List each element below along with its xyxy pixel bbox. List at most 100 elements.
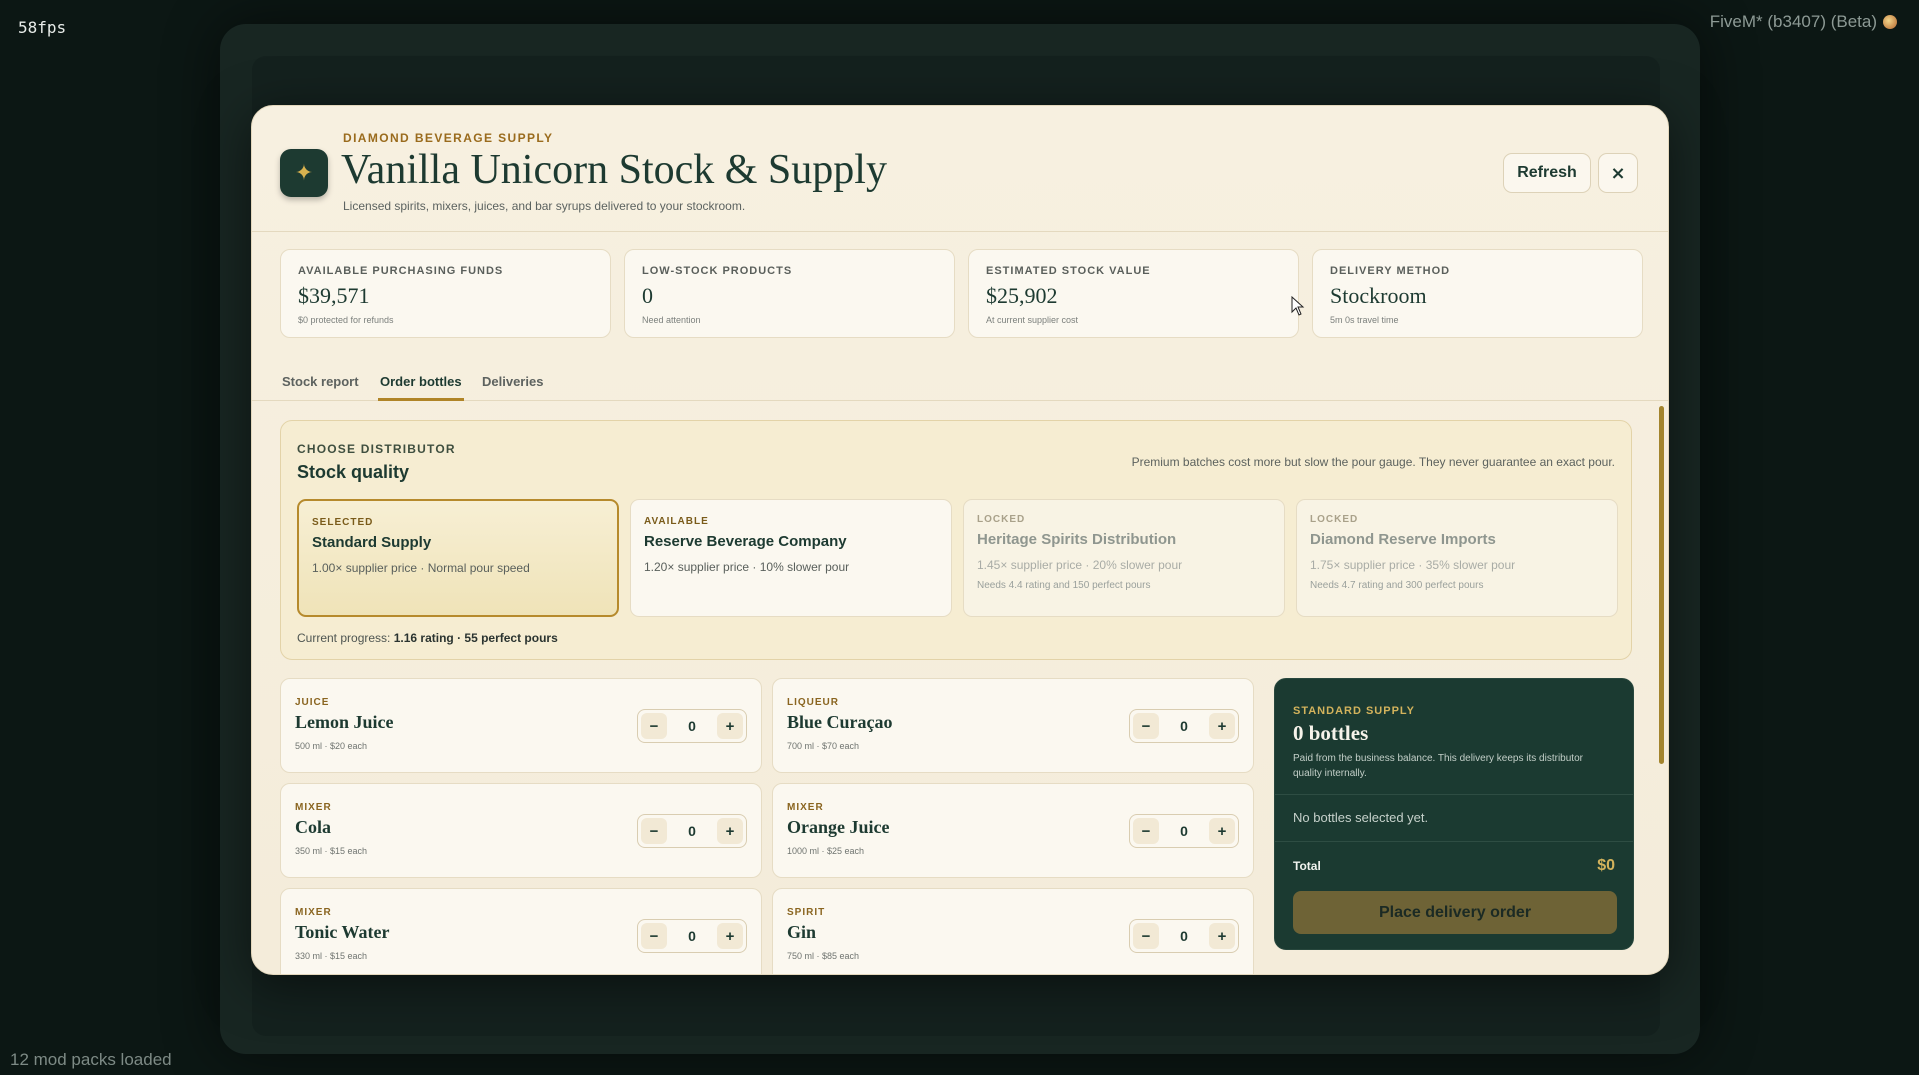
product-category: MIXER bbox=[787, 802, 824, 813]
summary-eyebrow: STANDARD SUPPLY bbox=[1293, 705, 1415, 717]
close-icon[interactable]: × bbox=[1598, 153, 1638, 193]
quantity-value[interactable]: 0 bbox=[688, 928, 696, 944]
quantity-value[interactable]: 0 bbox=[1180, 823, 1188, 839]
quantity-stepper: − 0 + bbox=[1129, 919, 1239, 953]
tier-name: Diamond Reserve Imports bbox=[1310, 531, 1496, 548]
tier-status: LOCKED bbox=[1310, 514, 1359, 525]
quantity-stepper: − 0 + bbox=[637, 709, 747, 743]
stat-label: DELIVERY METHOD bbox=[1330, 265, 1451, 277]
increment-button[interactable]: + bbox=[1208, 818, 1235, 844]
progress-label: Current progress: bbox=[297, 631, 391, 645]
quantity-stepper: − 0 + bbox=[1129, 709, 1239, 743]
tier-desc: 1.20× supplier price · 10% slower pour bbox=[644, 560, 850, 574]
tier-heritage-spirits: LOCKED Heritage Spirits Distribution 1.4… bbox=[963, 499, 1285, 617]
decrement-button[interactable]: − bbox=[641, 923, 667, 949]
tier-diamond-reserve: LOCKED Diamond Reserve Imports 1.75× sup… bbox=[1296, 499, 1618, 617]
stat-card-low-stock: LOW-STOCK PRODUCTS 0 Need attention bbox=[624, 249, 955, 338]
increment-button[interactable]: + bbox=[716, 818, 743, 844]
tier-desc: 1.45× supplier price · 20% slower pour bbox=[977, 558, 1183, 572]
order-summary: STANDARD SUPPLY 0 bottles Paid from the … bbox=[1274, 678, 1634, 950]
quantity-value[interactable]: 0 bbox=[1180, 718, 1188, 734]
distributor-progress: Current progress: 1.16 rating · 55 perfe… bbox=[297, 631, 558, 645]
client-version: FiveM* (b3407) (Beta) bbox=[1709, 12, 1877, 31]
product-category: SPIRIT bbox=[787, 907, 826, 918]
page-subtitle: Licensed spirits, mixers, juices, and ba… bbox=[343, 199, 746, 213]
tier-desc: 1.00× supplier price · Normal pour speed bbox=[312, 561, 530, 575]
client-badge: FiveM* (b3407) (Beta) bbox=[1710, 12, 1897, 32]
product-card: MIXER Tonic Water 330 ml · $15 each − 0 … bbox=[280, 888, 762, 974]
increment-button[interactable]: + bbox=[716, 713, 743, 739]
quantity-stepper: − 0 + bbox=[637, 919, 747, 953]
divider bbox=[1275, 794, 1633, 795]
scrollbar[interactable] bbox=[1659, 406, 1664, 764]
tier-status: LOCKED bbox=[977, 514, 1026, 525]
stat-card-funds: AVAILABLE PURCHASING FUNDS $39,571 $0 pr… bbox=[280, 249, 611, 338]
mod-packs-status: 12 mod packs loaded bbox=[10, 1050, 172, 1069]
product-category: LIQUEUR bbox=[787, 697, 839, 708]
stat-note: 5m 0s travel time bbox=[1330, 315, 1399, 325]
tier-reserve-beverage[interactable]: AVAILABLE Reserve Beverage Company 1.20×… bbox=[630, 499, 952, 617]
stat-label: ESTIMATED STOCK VALUE bbox=[986, 265, 1151, 277]
total-value: $0 bbox=[1597, 857, 1615, 874]
product-card: SPIRIT Gin 750 ml · $85 each − 0 + bbox=[772, 888, 1254, 974]
tier-requirement: Needs 4.7 rating and 300 perfect pours bbox=[1310, 580, 1484, 591]
header-eyebrow: DIAMOND BEVERAGE SUPPLY bbox=[343, 131, 554, 145]
tab-order-bottles[interactable]: Order bottles bbox=[378, 354, 464, 401]
stat-card-stock-value: ESTIMATED STOCK VALUE $25,902 At current… bbox=[968, 249, 1299, 338]
order-bottles-panel: CHOOSE DISTRIBUTOR Stock quality Premium… bbox=[252, 402, 1668, 974]
tier-desc: 1.75× supplier price · 35% slower pour bbox=[1310, 558, 1516, 572]
stat-card-delivery-method: DELIVERY METHOD Stockroom 5m 0s travel t… bbox=[1312, 249, 1643, 338]
tab-deliveries[interactable]: Deliveries bbox=[482, 354, 543, 401]
tier-name: Heritage Spirits Distribution bbox=[977, 531, 1177, 548]
increment-button[interactable]: + bbox=[1208, 713, 1235, 739]
sparkle-icon: ✦ bbox=[280, 149, 328, 197]
decrement-button[interactable]: − bbox=[1133, 923, 1159, 949]
increment-button[interactable]: + bbox=[716, 923, 743, 949]
progress-value: 1.16 rating · 55 perfect pours bbox=[393, 631, 558, 645]
page-title: Vanilla Unicorn Stock & Supply bbox=[341, 147, 887, 193]
product-category: MIXER bbox=[295, 802, 332, 813]
product-card: JUICE Lemon Juice 500 ml · $20 each − 0 … bbox=[280, 678, 762, 773]
decrement-button[interactable]: − bbox=[641, 713, 667, 739]
tier-status: AVAILABLE bbox=[644, 516, 709, 527]
tier-name: Standard Supply bbox=[312, 534, 432, 551]
tab-bar: Stock report Order bottles Deliveries bbox=[252, 354, 1668, 401]
stat-note: $0 protected for refunds bbox=[298, 315, 394, 325]
quantity-value[interactable]: 0 bbox=[688, 823, 696, 839]
divider bbox=[1275, 841, 1633, 842]
product-category: JUICE bbox=[295, 697, 330, 708]
tab-stock-report[interactable]: Stock report bbox=[282, 354, 359, 401]
stat-label: LOW-STOCK PRODUCTS bbox=[642, 265, 793, 277]
stock-supply-modal: ✦ DIAMOND BEVERAGE SUPPLY Vanilla Unicor… bbox=[251, 105, 1669, 975]
product-card: MIXER Cola 350 ml · $15 each − 0 + bbox=[280, 783, 762, 878]
increment-button[interactable]: + bbox=[1208, 923, 1235, 949]
distributor-eyebrow: CHOOSE DISTRIBUTOR bbox=[297, 442, 456, 456]
place-order-button[interactable]: Place delivery order bbox=[1293, 891, 1617, 934]
decrement-button[interactable]: − bbox=[1133, 713, 1159, 739]
quantity-stepper: − 0 + bbox=[1129, 814, 1239, 848]
summary-note: Paid from the business balance. This del… bbox=[1293, 753, 1583, 779]
quantity-stepper: − 0 + bbox=[637, 814, 747, 848]
product-card: MIXER Orange Juice 1000 ml · $25 each − … bbox=[772, 783, 1254, 878]
decrement-button[interactable]: − bbox=[1133, 818, 1159, 844]
distributor-note: Premium batches cost more but slow the p… bbox=[1131, 455, 1615, 469]
fivem-logo-icon bbox=[1883, 15, 1897, 29]
refresh-button[interactable]: Refresh bbox=[1503, 153, 1591, 193]
quantity-value[interactable]: 0 bbox=[1180, 928, 1188, 944]
decrement-button[interactable]: − bbox=[641, 818, 667, 844]
tier-name: Reserve Beverage Company bbox=[644, 533, 847, 550]
mouse-cursor-icon bbox=[1291, 296, 1305, 316]
fps-counter: 58fps bbox=[18, 18, 67, 37]
stats-row: AVAILABLE PURCHASING FUNDS $39,571 $0 pr… bbox=[280, 249, 1643, 338]
modal-header: ✦ DIAMOND BEVERAGE SUPPLY Vanilla Unicor… bbox=[252, 106, 1668, 232]
tier-status: SELECTED bbox=[312, 517, 374, 528]
stat-value: $25,902 bbox=[986, 283, 1058, 308]
summary-empty-state: No bottles selected yet. bbox=[1293, 810, 1429, 825]
distributor-title: Stock quality bbox=[297, 462, 410, 482]
total-label: Total bbox=[1293, 859, 1321, 873]
product-category: MIXER bbox=[295, 907, 332, 918]
tier-standard-supply[interactable]: SELECTED Standard Supply 1.00× supplier … bbox=[297, 499, 619, 617]
quantity-value[interactable]: 0 bbox=[688, 718, 696, 734]
product-card: LIQUEUR Blue Curaçao 700 ml · $70 each −… bbox=[772, 678, 1254, 773]
stat-value: 0 bbox=[642, 283, 653, 308]
